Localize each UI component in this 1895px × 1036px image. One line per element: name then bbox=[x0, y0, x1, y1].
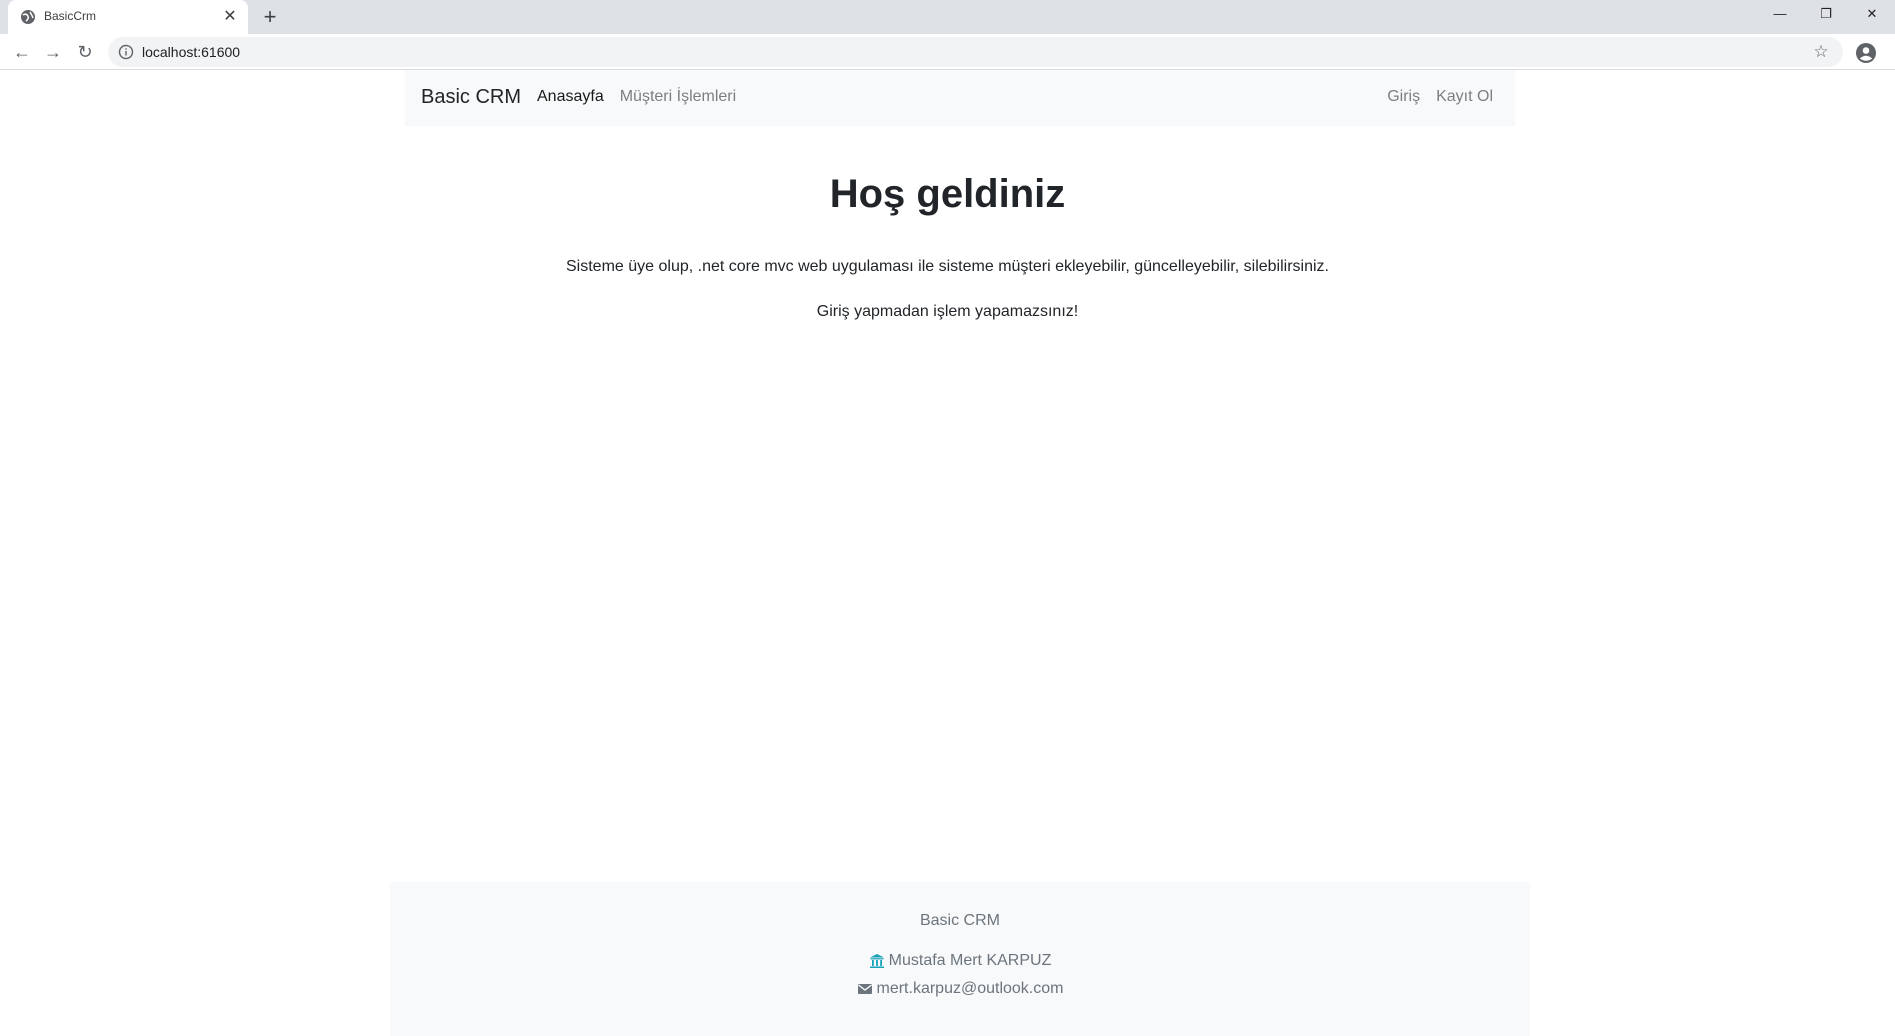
envelope-icon bbox=[857, 984, 872, 994]
author-name: Mustafa Mert KARPUZ bbox=[888, 952, 1052, 969]
info-icon[interactable] bbox=[118, 44, 134, 60]
intro-paragraph: Sisteme üye olup, .net core mvc web uygu… bbox=[566, 258, 1329, 275]
navbar: Basic CRM Anasayfa Müşteri İşlemleri Gir… bbox=[405, 70, 1515, 126]
nav-link-musteri-islemleri[interactable]: Müşteri İşlemleri bbox=[620, 88, 736, 106]
nav-link-anasayfa[interactable]: Anasayfa bbox=[537, 88, 604, 106]
minimize-icon[interactable]: — bbox=[1757, 0, 1803, 30]
tab-title: BasicCrm bbox=[44, 9, 97, 23]
navbar-brand[interactable]: Basic CRM bbox=[421, 86, 521, 109]
email-address[interactable]: mert.karpuz@outlook.com bbox=[877, 980, 1064, 998]
nav-link-giris[interactable]: Giriş bbox=[1387, 88, 1420, 106]
browser-tabstrip: BasicCrm ✕ + — ❐ ✕ bbox=[0, 0, 1895, 34]
profile-avatar-icon[interactable] bbox=[1855, 42, 1877, 64]
nav-right: Giriş Kayıt Ol bbox=[1387, 88, 1493, 106]
address-bar[interactable]: localhost:61600 ☆ bbox=[108, 37, 1843, 67]
footer: Basic CRM Mustafa Mert KARPUZ mert.karpu… bbox=[390, 882, 1530, 1036]
login-warning: Giriş yapmadan işlem yapamazsınız! bbox=[816, 303, 1079, 320]
new-tab-button[interactable]: + bbox=[258, 5, 282, 29]
nav-link-kayit-ol[interactable]: Kayıt Ol bbox=[1436, 88, 1493, 106]
reload-icon[interactable]: ↻ bbox=[73, 40, 97, 64]
page-title: Hoş geldiniz bbox=[829, 172, 1066, 216]
university-icon bbox=[869, 954, 884, 968]
globe-icon bbox=[21, 10, 35, 24]
footer-author: Mustafa Mert KARPUZ bbox=[390, 952, 1530, 970]
window-close-icon[interactable]: ✕ bbox=[1849, 0, 1895, 30]
bookmark-star-icon[interactable]: ☆ bbox=[1811, 42, 1831, 62]
forward-arrow-icon[interactable]: → bbox=[41, 40, 65, 64]
footer-brand: Basic CRM bbox=[919, 912, 1000, 929]
browser-tab[interactable]: BasicCrm ✕ bbox=[8, 0, 248, 34]
browser-toolbar: ← → ↻ localhost:61600 ☆ bbox=[0, 34, 1895, 70]
page-viewport: Basic CRM Anasayfa Müşteri İşlemleri Gir… bbox=[0, 70, 1895, 1036]
main-content: Hoş geldiniz Sisteme üye olup, .net core… bbox=[0, 170, 1895, 321]
footer-email: mert.karpuz@outlook.com bbox=[390, 980, 1530, 998]
url-text[interactable]: localhost:61600 bbox=[142, 44, 240, 60]
back-arrow-icon[interactable]: ← bbox=[10, 40, 34, 64]
window-controls: — ❐ ✕ bbox=[1757, 0, 1895, 30]
close-icon[interactable]: ✕ bbox=[220, 7, 240, 27]
nav-left: Anasayfa Müşteri İşlemleri bbox=[537, 88, 736, 106]
restore-icon[interactable]: ❐ bbox=[1803, 0, 1849, 30]
